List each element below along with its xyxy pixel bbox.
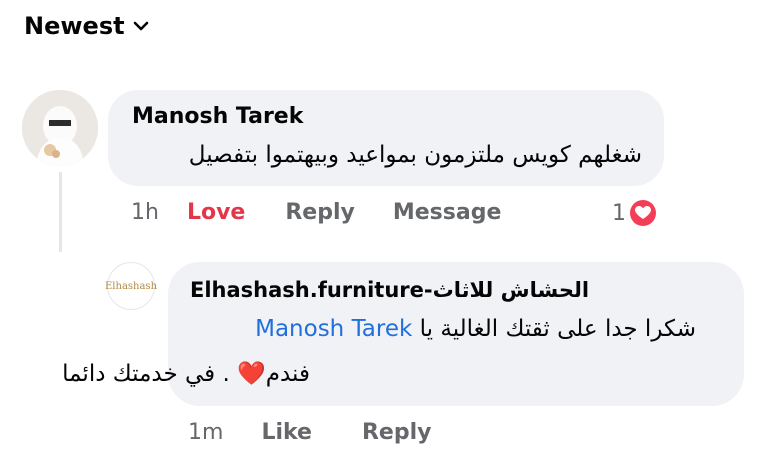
message-button[interactable]: Message [393,200,502,225]
page-logo: Elhashash [105,280,158,292]
reply-actions: 1m Like Reply [188,420,431,445]
comment-author[interactable]: Manosh Tarek [132,104,303,129]
reply-button[interactable]: Reply [362,420,432,445]
reaction-count: 1 [612,200,626,226]
love-reaction-icon [630,200,656,226]
mention-link[interactable]: Manosh Tarek [255,316,412,342]
reply-text-line2: فندم❤️ . في خدمتك دائما [62,361,310,387]
love-button[interactable]: Love [187,200,245,225]
profile-photo [22,90,98,166]
avatar[interactable] [22,90,98,166]
reply-bubble: Elhashash.furniture-الحشاش للاثاث شكرا ج… [62,262,744,406]
reply-time[interactable]: 1m [188,420,223,445]
reply-button[interactable]: Reply [285,200,355,225]
reply-text-line1: شكرا جدا على ثقتك الغالية يا Manosh Tare… [255,316,696,342]
reply-text-prefix: شكرا جدا على ثقتك الغالية يا [412,316,696,342]
comment-bubble: Manosh Tarek شغلهم كويس ملتزمون بمواعيد … [108,90,664,186]
sort-label: Newest [24,12,125,40]
reply-author[interactable]: Elhashash.furniture-الحشاش للاثاث [190,278,589,302]
chevron-down-icon [133,21,148,31]
page-avatar[interactable]: Elhashash [105,262,158,310]
reaction-summary[interactable]: 1 [612,200,656,226]
comment-time[interactable]: 1h [131,200,159,225]
like-button[interactable]: Like [261,420,312,445]
comment-actions: 1h Love Reply Message [131,200,501,225]
comment-text: شغلهم كويس ملتزمون بمواعيد وبيهتموا بتفص… [188,142,642,168]
sort-dropdown[interactable]: Newest [24,12,149,40]
thread-line [59,172,62,252]
